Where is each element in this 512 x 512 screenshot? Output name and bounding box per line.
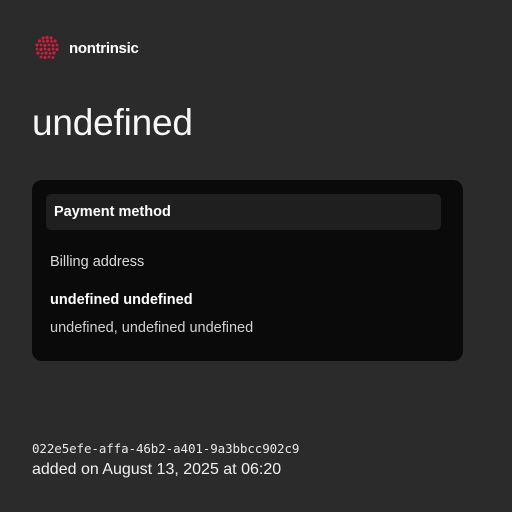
brand-name: nontrinsic	[69, 39, 139, 57]
added-on-timestamp: added on August 13, 2025 at 06:20	[32, 461, 282, 478]
record-id: 022e5efe-affa-46b2-a401-9a3bbcc902c9	[32, 441, 300, 456]
brain-logo-icon	[35, 35, 59, 60]
payment-method-header: Payment method	[46, 194, 441, 230]
billing-address-label: Billing address	[50, 254, 145, 270]
billing-address-line: undefined, undefined undefined	[50, 320, 254, 336]
page-title: undefined	[32, 102, 193, 143]
brand[interactable]: nontrinsic	[34, 35, 139, 61]
billing-name: undefined undefined	[50, 292, 193, 308]
payment-card: Payment method Billing address undefined…	[32, 180, 463, 361]
